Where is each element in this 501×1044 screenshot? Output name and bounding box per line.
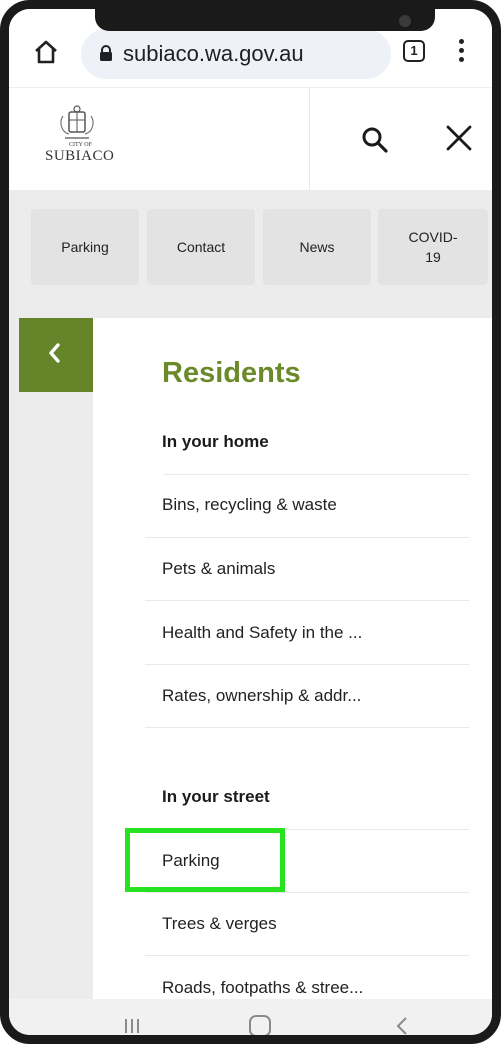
phone-frame: subiaco.wa.gov.au 1 CITY OF SUBIACO Park… [0,0,501,1044]
divider [145,537,469,538]
home-icon[interactable] [33,39,59,65]
menu-link-bins[interactable]: Bins, recycling & waste [162,495,337,515]
chevron-left-icon [49,343,60,363]
menu-title: Residents [162,357,301,389]
phone-notch [95,9,435,31]
logo-text: SUBIACO [45,148,115,164]
back-button[interactable] [19,318,93,392]
menu-link-rates[interactable]: Rates, ownership & addr... [162,686,361,706]
city-logo[interactable]: CITY OF SUBIACO [31,102,121,174]
group-heading-street: In your street [162,787,270,806]
quick-link-parking[interactable]: Parking [31,209,139,285]
divider [145,664,469,665]
highlight-box [125,828,285,892]
divider [145,727,469,728]
header-divider [309,88,310,191]
site-header: CITY OF SUBIACO [9,87,492,191]
menu-link-roads[interactable]: Roads, footpaths & stree... [162,978,363,998]
recent-apps-icon[interactable] [122,1017,142,1035]
menu-link-trees[interactable]: Trees & verges [162,914,277,934]
divider [164,474,469,475]
divider [145,600,469,601]
search-icon[interactable] [361,126,389,154]
system-nav-bar [9,999,492,1036]
tab-count-icon[interactable]: 1 [403,40,425,62]
divider [145,892,469,893]
quick-link-news[interactable]: News [263,209,371,285]
divider [145,955,469,956]
lock-icon [100,45,112,61]
url-text[interactable]: subiaco.wa.gov.au [123,41,304,67]
home-circle-icon[interactable] [249,1015,271,1035]
quick-links-bar: Parking Contact News COVID- 19 [9,190,492,318]
residents-menu-panel [93,318,492,1008]
group-heading-home: In your home [162,432,269,451]
menu-link-health-safety[interactable]: Health and Safety in the ... [162,623,362,643]
camera-icon [399,15,411,27]
nav-back-icon[interactable] [395,1016,409,1036]
menu-link-pets[interactable]: Pets & animals [162,559,275,579]
menu-left-strip [9,318,93,1008]
quick-link-contact[interactable]: Contact [147,209,255,285]
quick-link-covid[interactable]: COVID- 19 [378,209,488,285]
close-icon[interactable] [445,124,473,152]
address-bar[interactable]: subiaco.wa.gov.au [81,29,391,79]
more-vert-icon[interactable] [457,39,465,65]
